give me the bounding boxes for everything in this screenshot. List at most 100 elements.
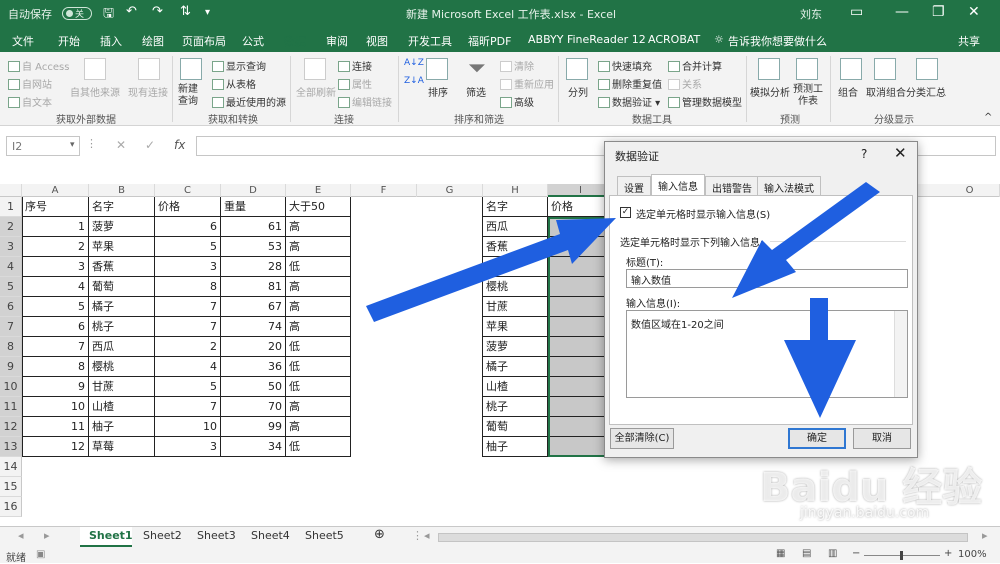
close-icon[interactable]: ✕: [894, 144, 907, 162]
sheet-tab[interactable]: Sheet4: [251, 529, 290, 542]
table-cell[interactable]: 高: [286, 317, 351, 337]
table-cell[interactable]: 柚子: [483, 437, 548, 457]
table-cell[interactable]: 4: [155, 357, 221, 377]
table-cell[interactable]: 苹果: [483, 317, 548, 337]
table-cell[interactable]: 橘子: [483, 357, 548, 377]
table-cell[interactable]: 61: [221, 217, 286, 237]
table-cell[interactable]: 6: [22, 317, 89, 337]
reapply-button[interactable]: 重新应用: [500, 76, 554, 91]
sheet-tab[interactable]: Sheet5: [305, 529, 344, 542]
row-header[interactable]: 13: [0, 437, 22, 457]
table-cell[interactable]: 低: [286, 437, 351, 457]
table-cell[interactable]: 4: [22, 277, 89, 297]
zoom-out-icon[interactable]: −: [852, 548, 860, 559]
title-input[interactable]: 输入数值: [626, 269, 908, 288]
table-cell[interactable]: 2: [22, 237, 89, 257]
normal-view-icon[interactable]: ▦: [776, 548, 785, 559]
table-cell[interactable]: 5: [155, 237, 221, 257]
existing-connections-button[interactable]: 现有连接: [128, 84, 168, 99]
clear-all-button[interactable]: 全部清除(C): [610, 428, 674, 449]
tab-acrobat[interactable]: ACROBAT: [648, 33, 700, 46]
select-all-corner[interactable]: [0, 184, 22, 197]
table-cell[interactable]: 11: [22, 417, 89, 437]
table-cell[interactable]: 2: [155, 337, 221, 357]
from-web-button[interactable]: 自网站: [8, 76, 52, 91]
message-textarea[interactable]: 数值区域在1-20之间: [626, 310, 908, 398]
ribbon-display-icon[interactable]: ▭: [850, 4, 863, 20]
table-header-cell[interactable]: 重量: [221, 197, 286, 217]
column-header[interactable]: D: [221, 184, 286, 197]
tab-developer[interactable]: 开发工具: [408, 33, 452, 49]
column-header[interactable]: E: [286, 184, 351, 197]
tab-foxit-pdf[interactable]: 福昕PDF: [468, 33, 511, 49]
textarea-scrollbar[interactable]: [894, 311, 907, 397]
table-cell[interactable]: 桃子: [89, 317, 155, 337]
table-cell[interactable]: 99: [221, 417, 286, 437]
table-cell[interactable]: 高: [286, 277, 351, 297]
horizontal-scrollbar[interactable]: [438, 533, 968, 542]
table-cell[interactable]: 7: [155, 297, 221, 317]
table-header-cell[interactable]: 大于50: [286, 197, 351, 217]
table-cell[interactable]: 桃子: [483, 397, 548, 417]
collapse-ribbon-icon[interactable]: ^: [984, 112, 992, 123]
table-cell[interactable]: 山楂: [89, 397, 155, 417]
sort-za-icon[interactable]: Z↓A: [404, 76, 424, 86]
zoom-in-icon[interactable]: +: [944, 548, 952, 559]
table-cell[interactable]: 6: [155, 217, 221, 237]
table-cell[interactable]: 高: [286, 417, 351, 437]
sort-icon[interactable]: ⇅: [180, 4, 191, 19]
table-cell[interactable]: 菠萝: [483, 337, 548, 357]
table-cell[interactable]: 柚子: [89, 417, 155, 437]
tab-abbyy[interactable]: ABBYY FineReader 12: [528, 33, 646, 46]
scroll-left-icon[interactable]: ◂: [424, 529, 430, 542]
table-cell[interactable]: 10: [155, 417, 221, 437]
tab-ime-mode[interactable]: 输入法模式: [757, 176, 821, 195]
insert-function-icon[interactable]: fx: [174, 138, 185, 152]
show-input-checkbox[interactable]: ✓: [620, 207, 631, 218]
table-cell[interactable]: 菠萝: [89, 217, 155, 237]
column-header[interactable]: A: [22, 184, 89, 197]
user-name[interactable]: 刘东: [800, 6, 822, 22]
tab-page-layout[interactable]: 页面布局: [182, 33, 226, 49]
table-cell[interactable]: 橘子: [89, 297, 155, 317]
table-cell[interactable]: 香蕉: [483, 237, 548, 257]
table-cell[interactable]: 5: [22, 297, 89, 317]
table-cell[interactable]: 葡萄: [483, 417, 548, 437]
filter-button[interactable]: 筛选: [466, 84, 486, 99]
data-validation-button[interactable]: 数据验证 ▾: [598, 94, 660, 109]
tab-error-alert[interactable]: 出错警告: [705, 176, 759, 195]
ungroup-button[interactable]: 取消组合: [866, 84, 906, 99]
table-cell[interactable]: 西瓜: [89, 337, 155, 357]
table-cell[interactable]: 低: [286, 357, 351, 377]
page-break-view-icon[interactable]: ▥: [828, 548, 837, 559]
sort-button[interactable]: 排序: [428, 84, 448, 99]
consolidate-button[interactable]: 合并计算: [668, 58, 722, 73]
row-header[interactable]: 7: [0, 317, 22, 337]
forecast-sheet-button[interactable]: 预测工作表: [792, 84, 824, 108]
column-header[interactable]: B: [89, 184, 155, 197]
help-icon[interactable]: ?: [861, 147, 867, 161]
table-cell[interactable]: 高: [286, 297, 351, 317]
manage-data-model-button[interactable]: 管理数据模型: [668, 94, 742, 109]
confirm-entry-icon[interactable]: ✓: [145, 138, 155, 152]
column-header[interactable]: O: [940, 184, 1000, 197]
add-sheet-icon[interactable]: ⊕: [374, 527, 385, 542]
table-cell[interactable]: 50: [221, 377, 286, 397]
row-header[interactable]: 12: [0, 417, 22, 437]
table-header-cell[interactable]: 名字: [89, 197, 155, 217]
minimize-icon[interactable]: —: [895, 4, 909, 20]
zoom-level[interactable]: 100%: [958, 549, 987, 560]
tell-me-search[interactable]: 告诉我你想要做什么: [728, 33, 827, 49]
table-cell[interactable]: 36: [221, 357, 286, 377]
table-cell[interactable]: 34: [221, 437, 286, 457]
refresh-all-button[interactable]: 全部刷新: [296, 84, 336, 99]
relationships-button[interactable]: 关系: [668, 76, 702, 91]
tab-scroll-grip-icon[interactable]: ⋮: [412, 529, 423, 542]
connections-button[interactable]: 连接: [338, 58, 372, 73]
cancel-button[interactable]: 取消: [853, 428, 911, 449]
recent-sources-button[interactable]: 最近使用的源: [212, 94, 286, 109]
undo-icon[interactable]: ↶: [126, 4, 137, 19]
redo-icon[interactable]: ↷: [152, 4, 163, 19]
page-layout-view-icon[interactable]: ▤: [802, 548, 811, 559]
table-cell[interactable]: 5: [155, 377, 221, 397]
